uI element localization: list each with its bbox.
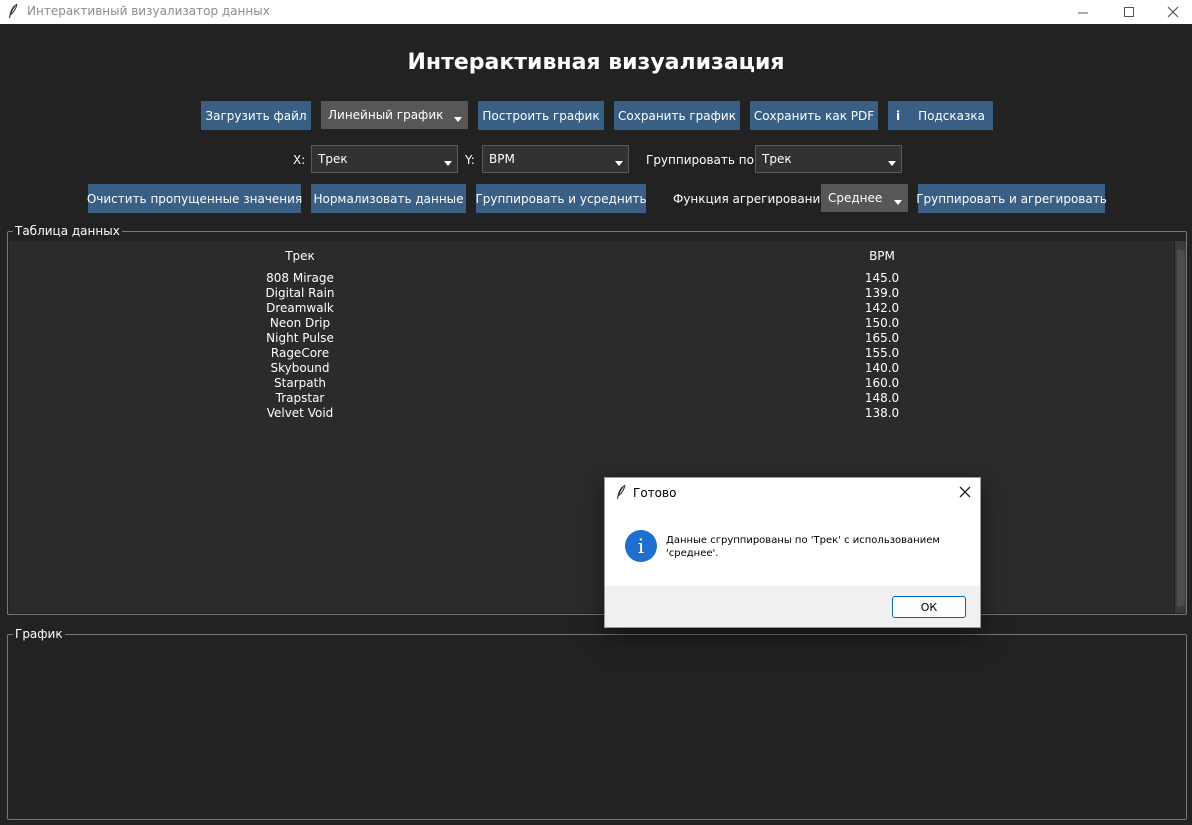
load-file-button[interactable]: Загрузить файл — [201, 101, 311, 130]
info-icon: i — [896, 108, 901, 123]
maximize-button[interactable] — [1106, 0, 1152, 24]
y-axis-value: BPM — [489, 152, 515, 166]
normalize-button[interactable]: Нормализовать данные — [311, 184, 466, 213]
page-title: Интерактивная визуализация — [407, 50, 785, 75]
column-header-track[interactable]: Трек — [200, 249, 400, 263]
chevron-down-icon — [894, 200, 902, 205]
table-cell-track: Skybound — [270, 361, 330, 375]
group-by-select[interactable]: Трек — [755, 145, 902, 173]
hint-label: Подсказка — [918, 108, 985, 123]
table-cell-bpm: 160.0 — [864, 376, 900, 390]
x-axis-label: X: — [293, 153, 306, 167]
dialog-close-button[interactable] — [955, 482, 975, 502]
build-chart-button[interactable]: Построить график — [478, 101, 604, 130]
chevron-down-icon — [615, 161, 623, 166]
save-chart-button[interactable]: Сохранить график — [614, 101, 740, 130]
group-by-label: Группировать по: — [646, 153, 759, 167]
chart-group-title: График — [13, 627, 65, 641]
table-cell-bpm: 142.0 — [864, 301, 900, 315]
table-cell-bpm: 150.0 — [864, 316, 900, 330]
hint-button[interactable]: i Подсказка — [888, 101, 993, 130]
table-scrollbar-thumb[interactable] — [1177, 250, 1185, 606]
data-table-title: Таблица данных — [13, 224, 122, 238]
data-table[interactable] — [9, 241, 1174, 613]
chart-type-value: Линейный график — [328, 108, 444, 122]
chevron-down-icon — [444, 161, 452, 166]
chart-type-select[interactable]: Линейный график — [321, 101, 468, 129]
y-axis-select[interactable]: BPM — [482, 145, 629, 173]
feather-icon — [617, 484, 626, 499]
table-cell-track: Velvet Void — [266, 406, 334, 420]
close-icon — [959, 486, 971, 498]
group-aggregate-button[interactable]: Группировать и агрегировать — [916, 184, 1107, 213]
clean-missing-button[interactable]: Очистить пропущенные значения — [87, 184, 302, 213]
table-cell-bpm: 138.0 — [864, 406, 900, 420]
group-average-button[interactable]: Группировать и усреднить — [475, 184, 647, 213]
close-button[interactable] — [1150, 0, 1192, 24]
minimize-icon — [1077, 12, 1088, 13]
table-cell-track: Trapstar — [275, 391, 325, 405]
table-cell-track: 808 Mirage — [266, 271, 334, 285]
aggregation-function-label: Функция агрегирования: — [673, 192, 832, 206]
chevron-down-icon — [888, 161, 896, 166]
ok-button[interactable]: ОК — [892, 596, 966, 618]
dialog-footer: ОК — [605, 586, 980, 627]
close-icon — [1167, 6, 1179, 18]
table-cell-track: Digital Rain — [265, 286, 335, 300]
table-cell-track: Dreamwalk — [266, 301, 334, 315]
save-pdf-button[interactable]: Сохранить как PDF — [750, 101, 878, 130]
table-cell-track: Starpath — [274, 376, 326, 390]
chart-group — [7, 634, 1187, 820]
chevron-down-icon — [454, 117, 462, 122]
column-header-bpm[interactable]: BPM — [782, 249, 982, 263]
table-cell-bpm: 140.0 — [864, 361, 900, 375]
info-dialog: Готово i Данные сгруппированы по 'Трек' … — [604, 477, 981, 628]
maximize-icon — [1123, 6, 1134, 17]
table-cell-bpm: 165.0 — [864, 331, 900, 345]
table-cell-bpm: 148.0 — [864, 391, 900, 405]
minimize-button[interactable] — [1060, 0, 1106, 24]
table-cell-bpm: 155.0 — [864, 346, 900, 360]
table-cell-track: Night Pulse — [266, 331, 334, 345]
dialog-title: Готово — [633, 486, 677, 500]
group-by-value: Трек — [762, 152, 792, 166]
table-cell-bpm: 139.0 — [864, 286, 900, 300]
aggregation-function-select[interactable]: Среднее — [821, 184, 908, 212]
y-axis-label: Y: — [465, 153, 475, 167]
table-cell-bpm: 145.0 — [864, 271, 900, 285]
x-axis-select[interactable]: Трек — [311, 145, 458, 173]
x-axis-value: Трек — [318, 152, 348, 166]
feather-icon — [9, 3, 18, 18]
window-title: Интерактивный визуализатор данных — [27, 4, 270, 18]
aggregation-function-value: Среднее — [828, 191, 883, 205]
window-titlebar: Интерактивный визуализатор данных — [0, 0, 1192, 24]
table-cell-track: RageCore — [270, 346, 330, 360]
dialog-message: Данные сгруппированы по 'Трек' с использ… — [666, 535, 940, 559]
info-icon: i — [625, 530, 657, 562]
table-cell-track: Neon Drip — [269, 316, 331, 330]
